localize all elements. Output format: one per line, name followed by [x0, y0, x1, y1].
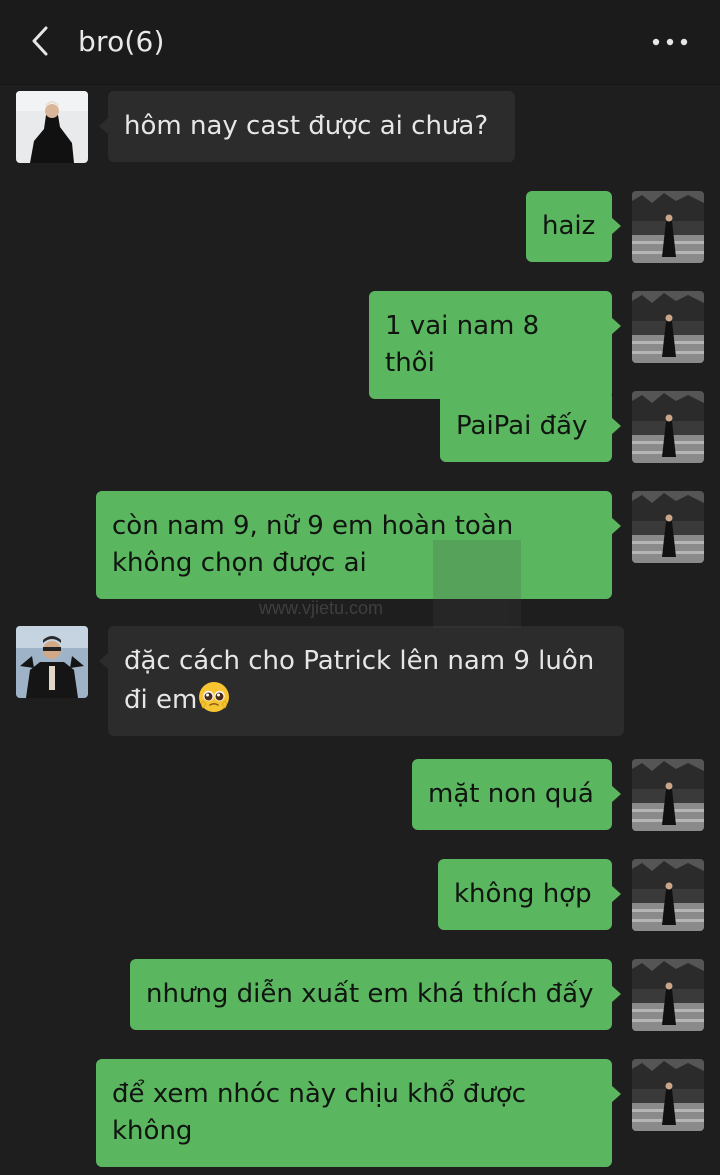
avatar-contact-2[interactable] — [16, 626, 88, 698]
message-bubble-outgoing[interactable]: còn nam 9, nữ 9 em hoàn toàn không chọn … — [96, 491, 621, 599]
message-bubble-outgoing[interactable]: mặt non quá — [412, 759, 621, 830]
message-bubble-outgoing[interactable]: nhưng diễn xuất em khá thích đấy — [130, 959, 621, 1030]
avatar-image — [632, 491, 704, 563]
message-bubble-outgoing[interactable]: để xem nhóc này chịu khổ được không — [96, 1059, 621, 1167]
more-options-button[interactable] — [646, 22, 694, 62]
avatar-image — [632, 1059, 704, 1131]
avatar-self[interactable] — [632, 391, 704, 463]
message-bubble-incoming[interactable]: đặc cách cho Patrick lên nam 9 luôn đi e… — [99, 626, 624, 736]
avatar-image — [16, 91, 88, 163]
avatar-self[interactable] — [632, 191, 704, 263]
chat-title: bro(6) — [78, 25, 165, 58]
avatar-self[interactable] — [632, 959, 704, 1031]
back-button[interactable] — [18, 18, 62, 64]
avatar-contact-1[interactable] — [16, 91, 88, 163]
avatar-self[interactable] — [632, 291, 704, 363]
chat-screen: bro(6) hôm nay cast được ai chưa? haiz 1… — [0, 0, 720, 1175]
avatar-image — [632, 759, 704, 831]
message-bubble-outgoing[interactable]: không hợp — [438, 859, 621, 930]
avatar-image — [16, 626, 88, 698]
avatar-image — [632, 859, 704, 931]
message-text: đặc cách cho Patrick lên nam 9 luôn đi e… — [124, 646, 595, 715]
avatar-image — [632, 959, 704, 1031]
more-dots-icon — [652, 38, 688, 46]
message-bubble-outgoing[interactable]: haiz — [526, 191, 621, 262]
avatar-self[interactable] — [632, 491, 704, 563]
avatar-image — [632, 291, 704, 363]
chevron-left-icon — [32, 26, 48, 56]
pleading-face-emoji — [197, 680, 231, 714]
avatar-self[interactable] — [632, 1059, 704, 1131]
chat-header: bro(6) — [0, 0, 720, 85]
avatar-image — [632, 191, 704, 263]
avatar-self[interactable] — [632, 759, 704, 831]
message-bubble-outgoing[interactable]: PaiPai đấy — [440, 391, 621, 462]
avatar-image — [632, 391, 704, 463]
message-bubble-incoming[interactable]: hôm nay cast được ai chưa? — [99, 91, 515, 162]
avatar-self[interactable] — [632, 859, 704, 931]
message-list[interactable]: hôm nay cast được ai chưa? haiz 1 vai na… — [0, 85, 720, 1175]
message-bubble-outgoing[interactable]: 1 vai nam 8 thôi — [369, 291, 621, 399]
